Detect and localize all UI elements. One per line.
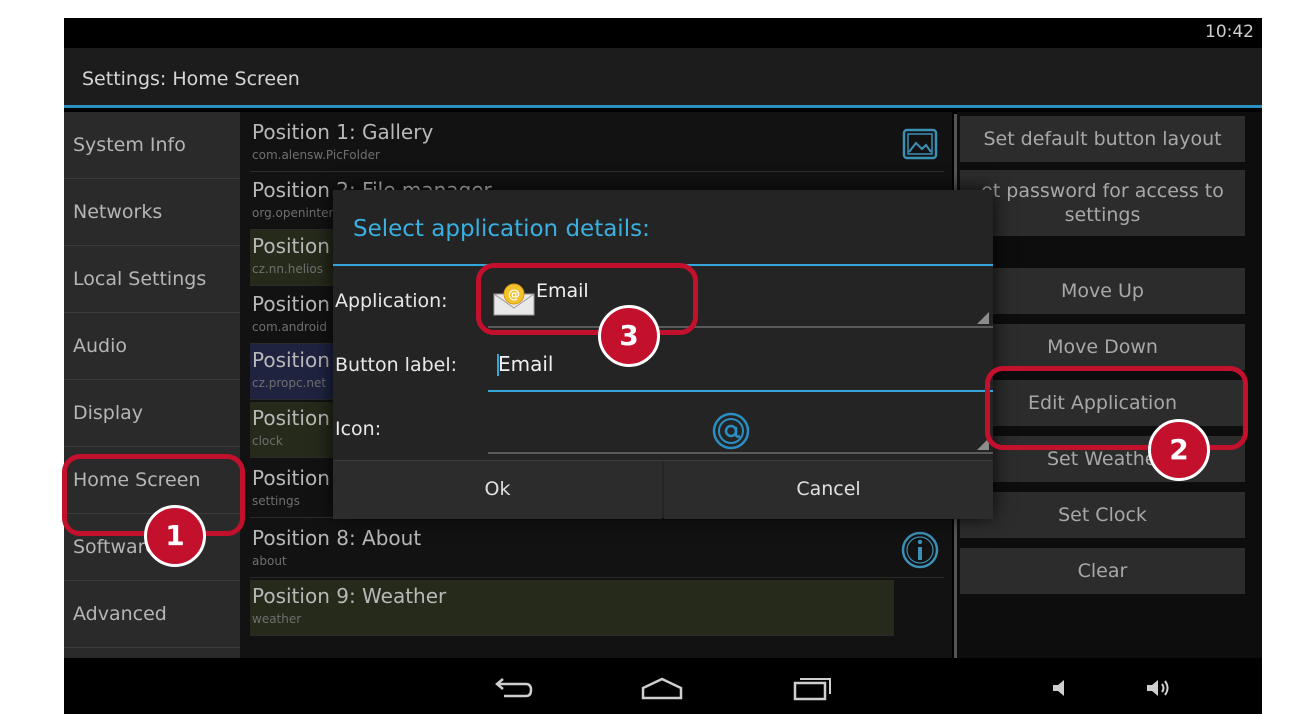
- at-sign-icon: [712, 412, 750, 450]
- settings-sidebar: System Info Networks Local Settings Audi…: [64, 112, 240, 658]
- cancel-button[interactable]: Cancel: [664, 461, 993, 519]
- position-package: settings: [252, 494, 300, 508]
- position-title: Position 9: Weather: [252, 584, 447, 608]
- step-badge-2: 2: [1148, 419, 1210, 481]
- spinner-arrow: [977, 312, 989, 324]
- icon-spinner[interactable]: [488, 402, 993, 454]
- position-package: clock: [252, 434, 283, 448]
- sidebar-item-system-info[interactable]: System Info: [64, 112, 240, 179]
- sidebar-item-display[interactable]: Display: [64, 380, 240, 447]
- button-label-input[interactable]: Email: [488, 348, 993, 392]
- set-password-button[interactable]: et password for access to settings: [960, 170, 1245, 236]
- sidebar-item-advanced[interactable]: Advanced: [64, 581, 240, 648]
- list-item[interactable]: Position 1: Gallery com.alensw.PicFolder: [250, 116, 944, 172]
- page-title: Settings: Home Screen: [82, 68, 300, 90]
- set-default-layout-button[interactable]: Set default button layout: [960, 116, 1245, 162]
- step-badge-3: 3: [598, 305, 660, 367]
- position-package: about: [252, 554, 287, 568]
- button-label-label: Button label:: [335, 354, 458, 376]
- set-clock-button[interactable]: Set Clock: [960, 492, 1245, 538]
- callout-edit-application: [985, 366, 1248, 450]
- list-item[interactable]: Position 9: Weather weather: [250, 580, 894, 636]
- recent-apps-icon[interactable]: [792, 674, 834, 702]
- position-title: Position: [252, 406, 330, 430]
- position-title: Position: [252, 466, 330, 490]
- position-package: cz.nn.helios: [252, 262, 323, 276]
- position-package: com.alensw.PicFolder: [252, 148, 380, 162]
- list-item[interactable]: Position 8: About about: [250, 522, 944, 578]
- info-icon: [901, 531, 939, 569]
- status-time: 10:42: [1205, 22, 1254, 42]
- position-title: Position: [252, 348, 330, 372]
- back-icon[interactable]: [494, 676, 534, 702]
- move-up-button[interactable]: Move Up: [960, 268, 1245, 314]
- sidebar-item-networks[interactable]: Networks: [64, 179, 240, 246]
- position-package: com.android: [252, 320, 327, 334]
- position-title: Position: [252, 292, 330, 316]
- clear-button[interactable]: Clear: [960, 548, 1245, 594]
- position-title: Position: [252, 234, 330, 258]
- sidebar-item-local-settings[interactable]: Local Settings: [64, 246, 240, 313]
- volume-up-icon[interactable]: [1144, 676, 1172, 700]
- status-bar: 10:42: [64, 18, 1262, 48]
- position-package: cz.propc.net: [252, 376, 327, 390]
- position-title: Position 8: About: [252, 526, 422, 550]
- position-title: Position 1: Gallery: [252, 120, 434, 144]
- application-label: Application:: [335, 290, 448, 312]
- dialog-title: Select application details:: [353, 216, 650, 242]
- select-application-dialog: Select application details: Application:…: [333, 190, 993, 519]
- navigation-bar: [64, 658, 1262, 714]
- sidebar-item-audio[interactable]: Audio: [64, 313, 240, 380]
- step-badge-1: 1: [144, 505, 206, 567]
- icon-label: Icon:: [335, 418, 382, 440]
- callout-application: [476, 263, 698, 335]
- volume-down-icon[interactable]: [1050, 676, 1072, 700]
- button-label-value: Email: [498, 352, 554, 376]
- action-bar: Settings: Home Screen: [64, 48, 1262, 108]
- dialog-buttons: Ok Cancel: [333, 460, 993, 519]
- gallery-icon: [902, 128, 938, 160]
- ok-button[interactable]: Ok: [333, 461, 662, 519]
- move-down-button[interactable]: Move Down: [960, 324, 1245, 370]
- home-icon[interactable]: [640, 676, 684, 702]
- position-package: weather: [252, 612, 302, 626]
